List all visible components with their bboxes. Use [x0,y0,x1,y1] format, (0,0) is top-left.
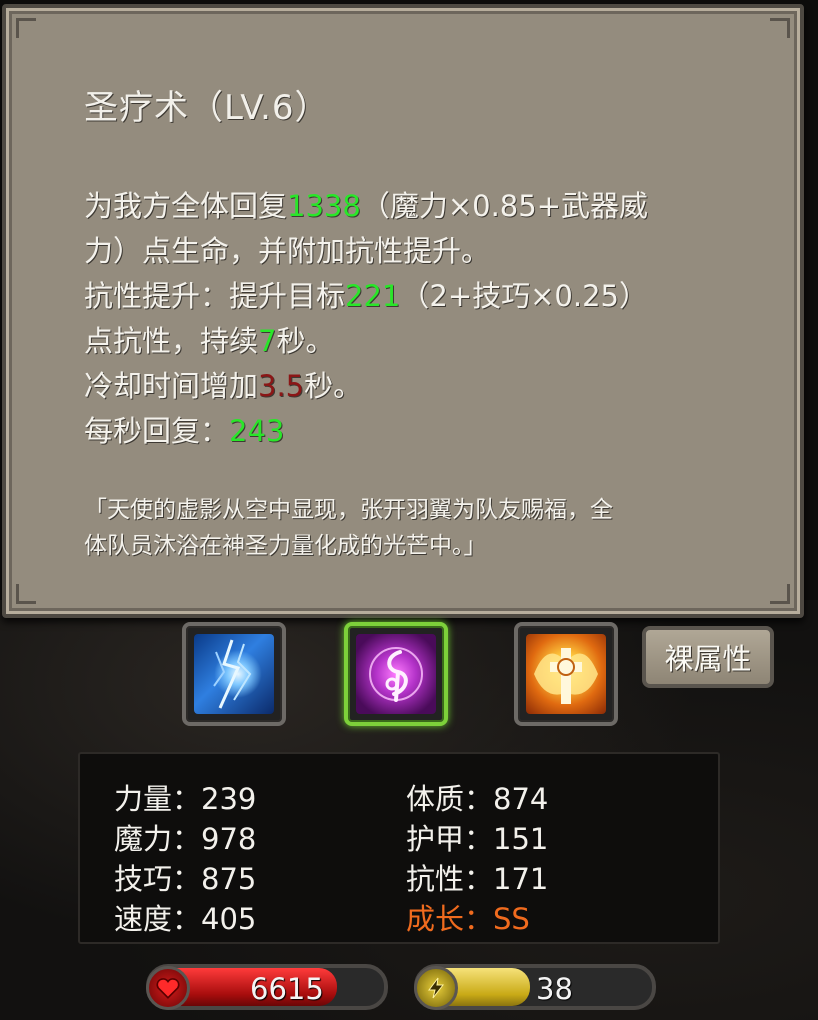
raw-attributes-button[interactable]: 裸属性 [642,626,774,688]
flavor-line: 「天使的虚影从空中显现，张开羽翼为队友赐福，全 [84,497,613,523]
hp-value: 6615 [250,972,324,1006]
cooldown-value: 3.5 [258,369,305,403]
heart-icon [146,966,190,1010]
desc-text: （魔力×0.85+武器威 [360,189,648,223]
desc-line: 抗性提升：提升目标221（2+技巧×0.25） [84,274,744,319]
heal-amount: 1338 [287,189,361,223]
desc-text: 为我方全体回复 [84,189,288,223]
desc-line: 冷却时间增加3.5秒。 [84,364,744,409]
duration-value: 7 [258,324,277,358]
stat-magic: 魔力：978 [114,822,257,856]
desc-text: 冷却时间增加 [84,369,259,403]
desc-text: 秒。 [276,324,335,358]
panel-corner-ornament [16,18,36,38]
lightning-skill-icon [194,634,274,714]
regen-value: 243 [229,414,285,448]
stat-skill: 技巧：875 [114,862,257,896]
skill-title: 圣疗术（LV.6） [84,88,330,128]
resist-amount: 221 [345,279,401,313]
panel-corner-ornament [770,18,790,38]
skill-slot-angel-cross[interactable] [514,622,618,726]
character-stats-panel: 力量：239 魔力：978 技巧：875 速度：405 体质：874 护甲：15… [78,752,720,944]
stat-speed: 速度：405 [114,902,257,936]
desc-line: 力）点生命，并附加抗性提升。 [84,229,744,274]
skill-tooltip-panel: 圣疗术（LV.6） 为我方全体回复1338（魔力×0.85+武器威 力）点生命，… [2,4,804,618]
desc-line: 为我方全体回复1338（魔力×0.85+武器威 [84,184,744,229]
panel-corner-ornament [770,584,790,604]
stat-constitution: 体质：874 [406,782,549,816]
desc-line: 点抗性，持续7秒。 [84,319,744,364]
holy-heal-skill-icon [356,634,436,714]
skill-slot-lightning[interactable] [182,622,286,726]
skill-description: 为我方全体回复1338（魔力×0.85+武器威 力）点生命，并附加抗性提升。 抗… [84,184,744,454]
desc-text: 抗性提升：提升目标 [84,279,346,313]
flavor-text: 「天使的虚影从空中显现，张开羽翼为队友赐福，全 体队员沐浴在神圣力量化成的光芒中… [84,492,744,564]
stat-growth: 成长：SS [406,902,530,936]
flavor-line: 体队员沐浴在神圣力量化成的光芒中。」 [84,533,487,559]
lightning-bolt-icon [414,966,458,1010]
stat-armor: 护甲：151 [406,822,549,856]
desc-text: 秒。 [304,369,363,403]
desc-text: （2+技巧×0.25） [400,279,648,313]
desc-line: 每秒回复：243 [84,409,744,454]
stat-strength: 力量：239 [114,782,257,816]
desc-text: 每秒回复： [84,414,230,448]
panel-corner-ornament [16,584,36,604]
desc-text: 力）点生命，并附加抗性提升。 [84,234,491,268]
stat-resistance: 抗性：171 [406,862,549,896]
desc-text: 点抗性，持续 [84,324,259,358]
energy-value: 38 [536,972,573,1006]
skill-slot-holy-heal[interactable] [344,622,448,726]
angel-cross-skill-icon [526,634,606,714]
